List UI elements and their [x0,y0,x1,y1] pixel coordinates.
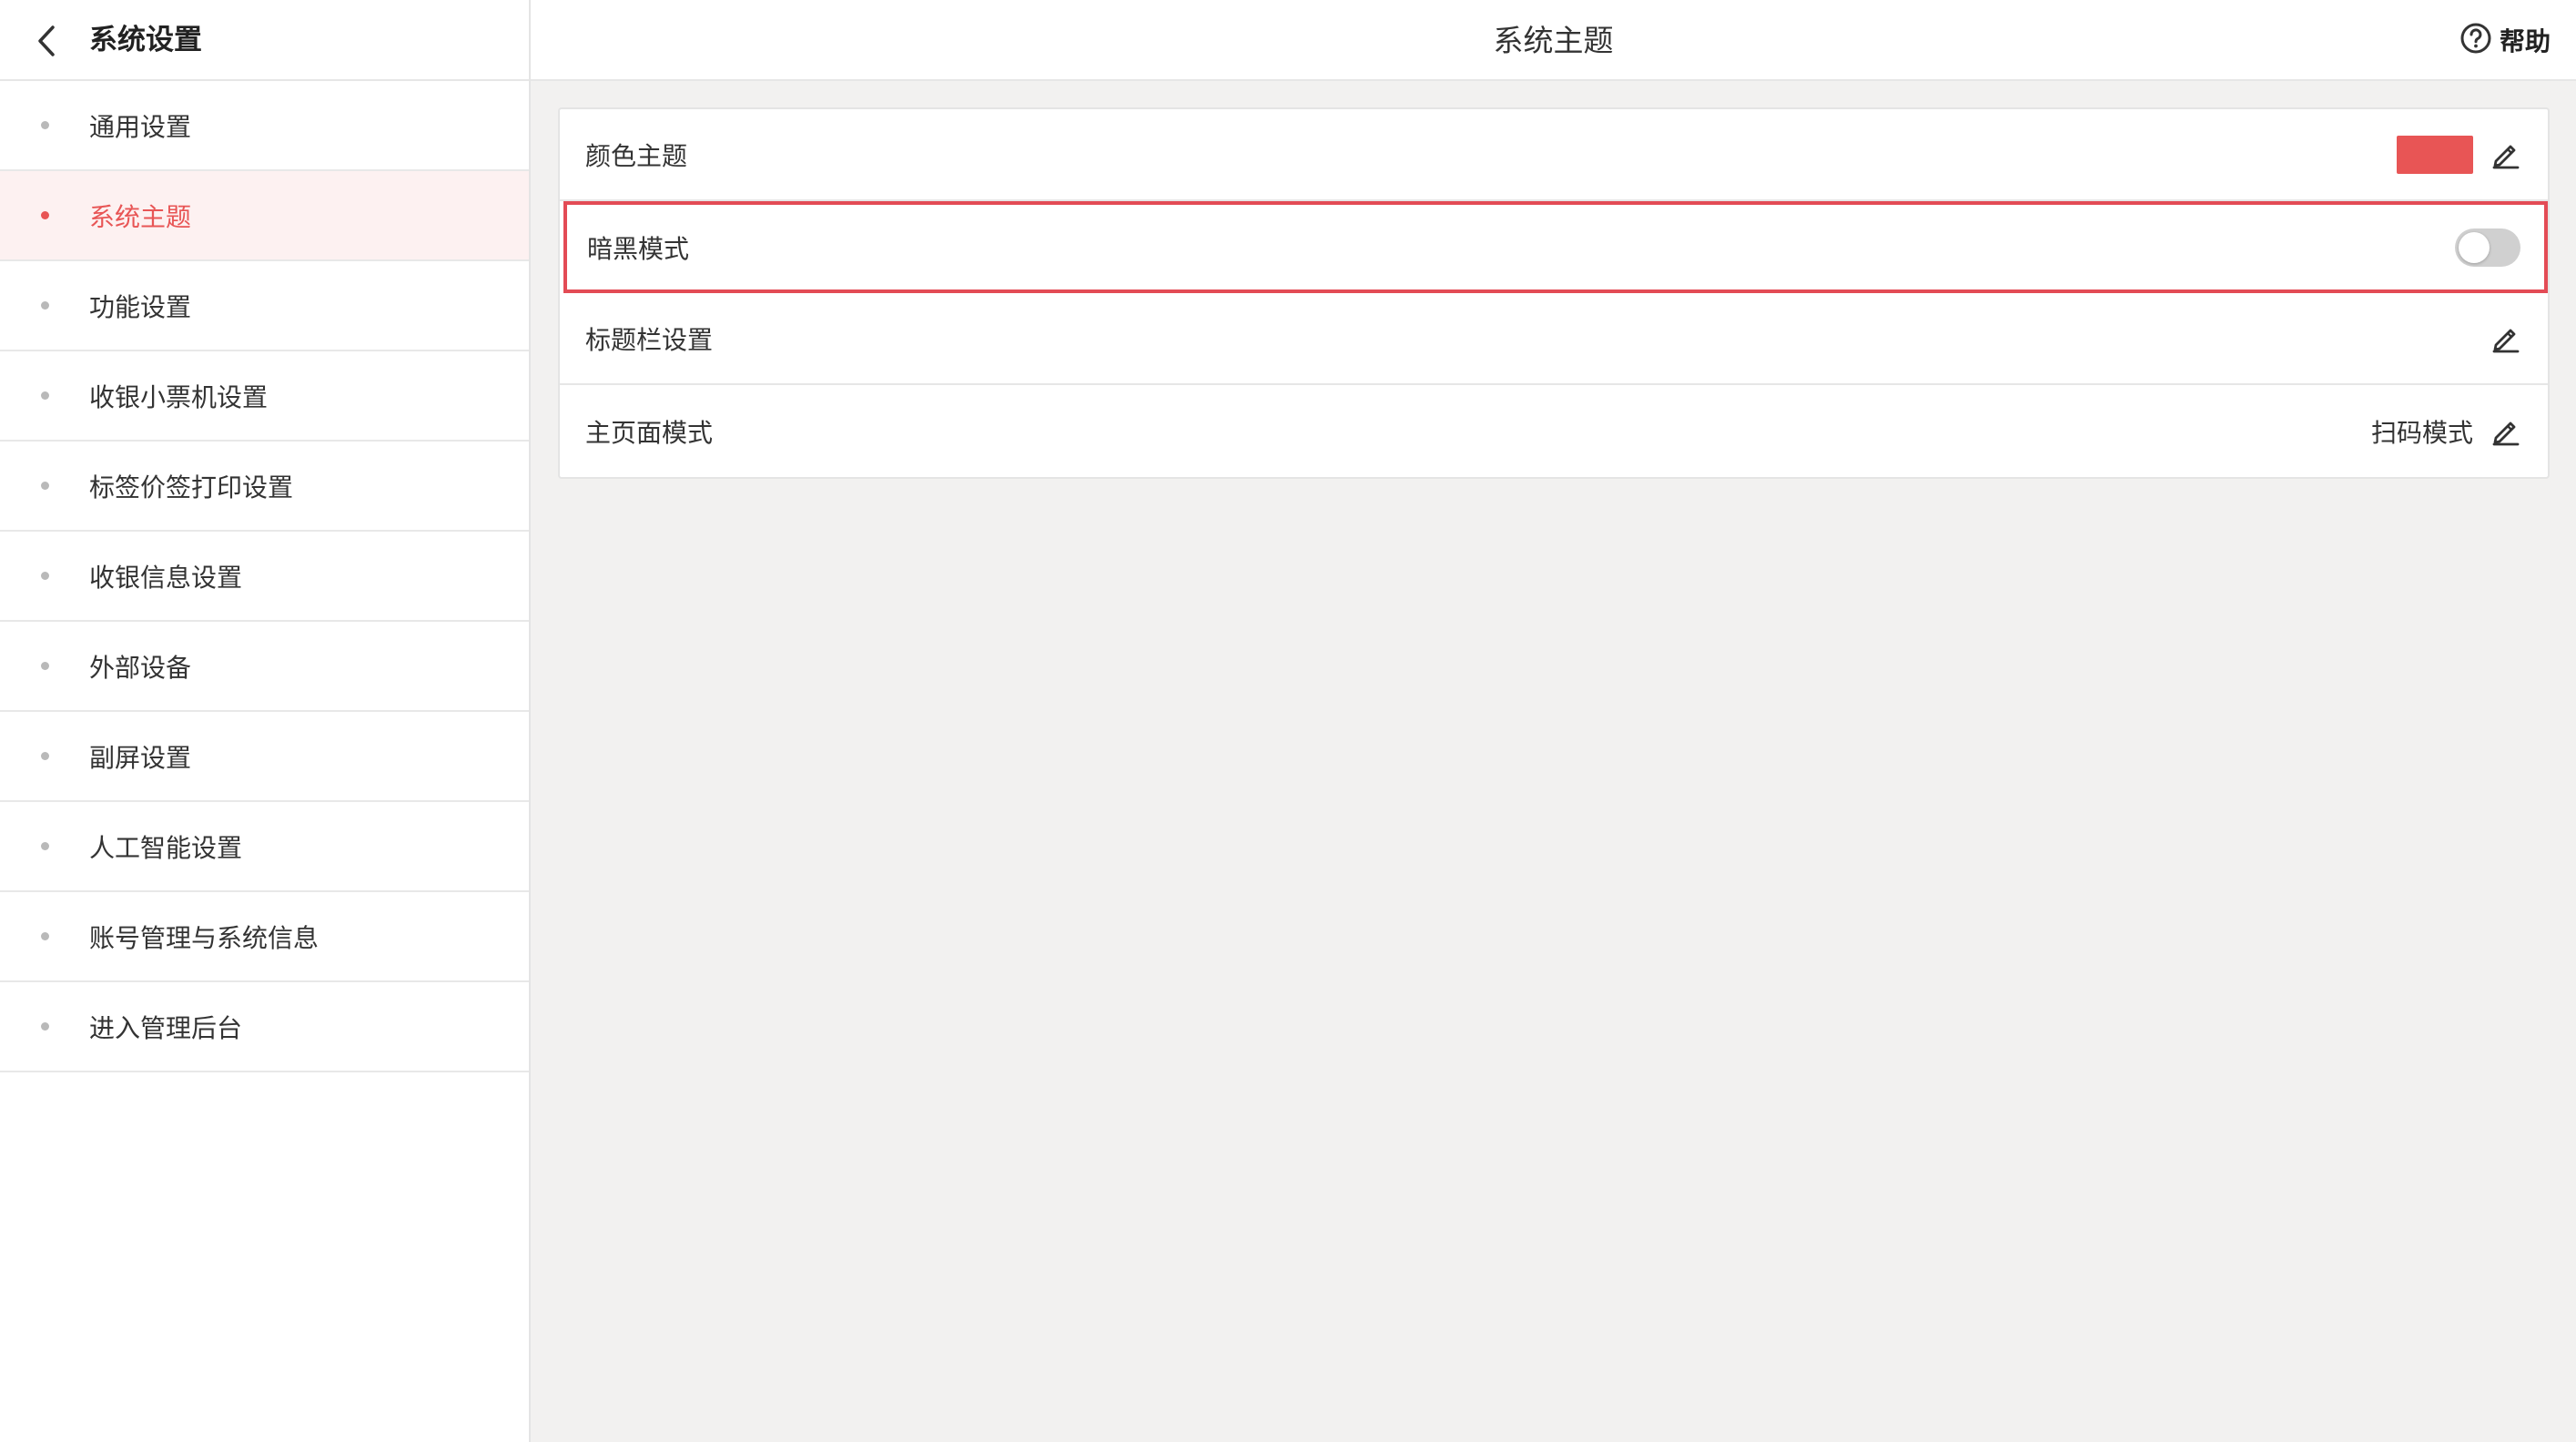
sidebar-item-label: 通用设置 [89,111,192,142]
help-button[interactable]: 帮助 [2459,22,2551,58]
sidebar-item-checkout-info[interactable]: 收银信息设置 [0,532,529,622]
sidebar-item-ai[interactable]: 人工智能设置 [0,802,529,892]
sidebar-item-label-printing[interactable]: 标签价签打印设置 [0,442,529,532]
bullet-dot-icon [41,211,49,219]
header-bar: 系统主题 帮助 [531,0,2576,81]
setting-row-dark-mode[interactable]: 暗黑模式 [563,201,2548,293]
settings-panel: 颜色主题 暗黑模式 标题栏设置 主页面模式 扫码模式 [558,107,2550,479]
edit-pencil-icon[interactable] [2490,415,2522,448]
sidebar-item-label: 收银信息设置 [89,562,243,593]
color-swatch[interactable] [2397,135,2473,174]
setting-row-color-theme[interactable]: 颜色主题 [560,109,2548,201]
help-icon [2459,22,2492,58]
sidebar-item-features[interactable]: 功能设置 [0,261,529,351]
dark-mode-toggle[interactable] [2455,228,2520,267]
sidebar-item-label: 收银小票机设置 [89,381,269,412]
bullet-dot-icon [41,662,49,670]
bullet-dot-icon [41,752,49,760]
setting-label: 颜色主题 [585,140,688,171]
app-window: 系统设置 通用设置 系统主题 功能设置 收银小票机设置 标签价签打印设置 收银信… [0,0,2576,1442]
sidebar-item-external-devices[interactable]: 外部设备 [0,622,529,712]
sidebar-title: 系统设置 [89,24,202,56]
sidebar-item-general[interactable]: 通用设置 [0,81,529,171]
help-label: 帮助 [2499,26,2551,56]
sidebar-item-account[interactable]: 账号管理与系统信息 [0,892,529,982]
edit-pencil-icon[interactable] [2490,322,2522,355]
sidebar-item-secondary-screen[interactable]: 副屏设置 [0,712,529,802]
setting-row-titlebar[interactable]: 标题栏设置 [560,293,2548,385]
sidebar-header: 系统设置 [0,0,529,81]
bullet-dot-icon [41,121,49,129]
sidebar-item-label: 账号管理与系统信息 [89,922,319,953]
edit-pencil-icon[interactable] [2490,138,2522,171]
bullet-dot-icon [41,842,49,850]
setting-label: 主页面模式 [585,417,714,448]
back-arrow-icon[interactable] [31,24,62,58]
setting-row-home-mode[interactable]: 主页面模式 扫码模式 [560,385,2548,477]
sidebar-item-receipt-printer[interactable]: 收银小票机设置 [0,351,529,442]
sidebar: 系统设置 通用设置 系统主题 功能设置 收银小票机设置 标签价签打印设置 收银信… [0,0,531,1442]
sidebar-item-label: 人工智能设置 [89,832,243,863]
setting-label: 暗黑模式 [587,233,690,264]
setting-label: 标题栏设置 [585,324,714,355]
bullet-dot-icon [41,932,49,940]
bullet-dot-icon [41,572,49,580]
sidebar-item-label: 副屏设置 [89,742,192,773]
sidebar-item-label: 进入管理后台 [89,1012,243,1043]
bullet-dot-icon [41,301,49,310]
bullet-dot-icon [41,482,49,490]
sidebar-item-label: 功能设置 [89,291,192,322]
toggle-knob [2459,231,2490,263]
home-mode-value: 扫码模式 [2370,417,2473,448]
sidebar-item-label: 系统主题 [89,201,192,232]
sidebar-item-admin-backend[interactable]: 进入管理后台 [0,982,529,1072]
bullet-dot-icon [41,391,49,400]
sidebar-item-label: 外部设备 [89,652,192,683]
sidebar-item-label: 标签价签打印设置 [89,472,294,503]
page-title: 系统主题 [1493,23,1614,58]
bullet-dot-icon [41,1022,49,1031]
sidebar-item-system-theme[interactable]: 系统主题 [0,171,529,261]
